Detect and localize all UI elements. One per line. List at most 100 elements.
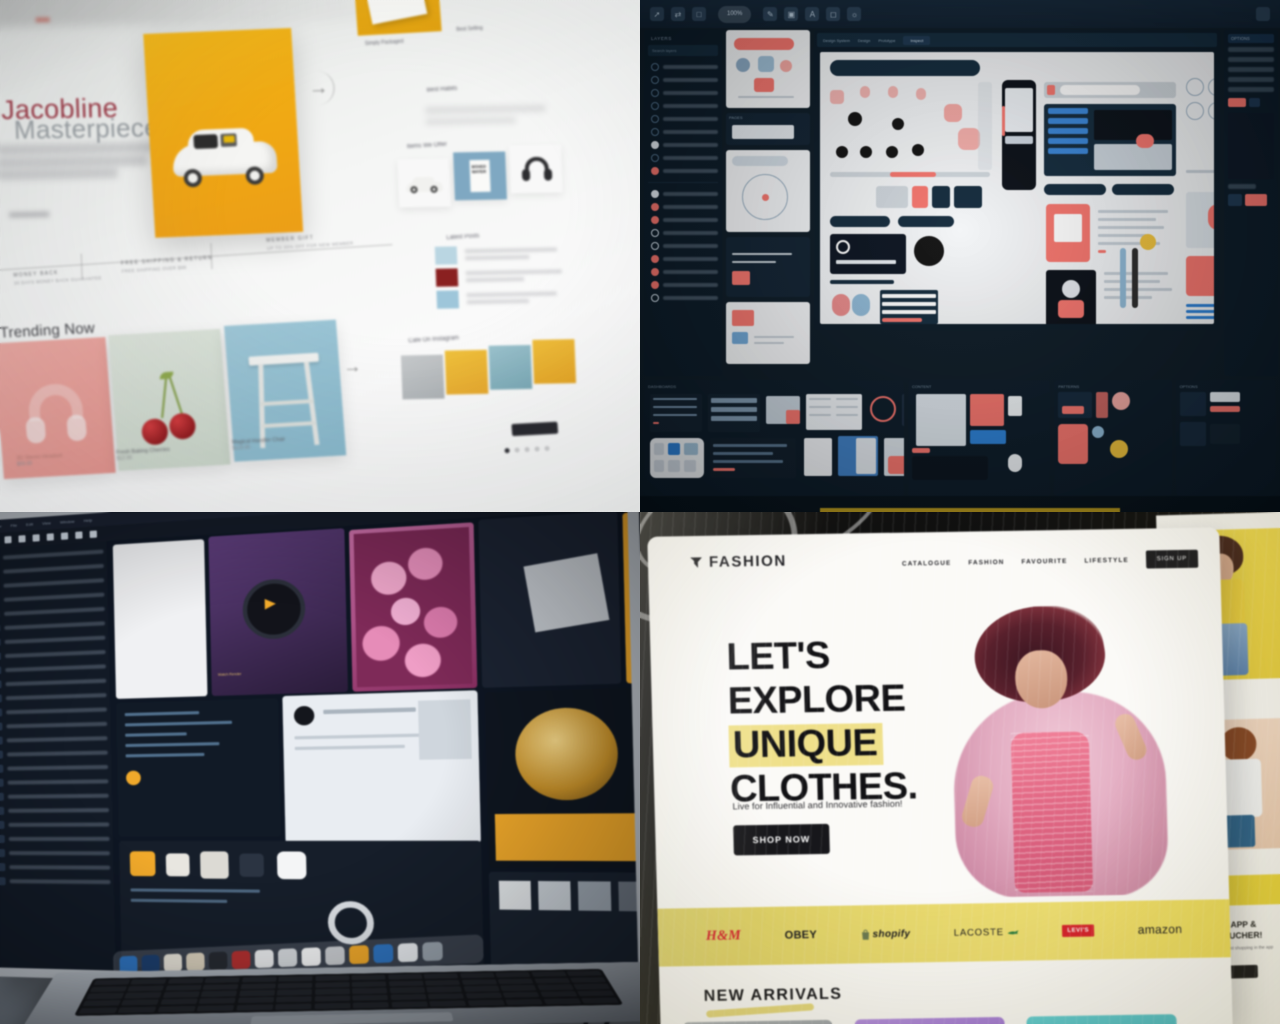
list-item[interactable] — [0, 817, 110, 832]
menu-item-view[interactable]: View — [42, 520, 51, 526]
list-item[interactable] — [648, 278, 718, 291]
hero-next-arrow-icon[interactable]: → — [308, 77, 329, 100]
frame-icon[interactable]: □ — [692, 7, 706, 21]
canvas-card-document[interactable] — [282, 690, 481, 843]
share-icon[interactable] — [1256, 7, 1270, 21]
menu-item-finder[interactable]: Finder — [0, 524, 2, 530]
tool-lasso-icon[interactable] — [32, 534, 40, 542]
canvas-card-blank[interactable] — [112, 539, 208, 699]
offer-card-headset[interactable] — [508, 144, 563, 194]
tool-pen-icon[interactable] — [46, 533, 54, 541]
list-item[interactable] — [648, 60, 718, 73]
uikit-layers-panel[interactable]: LAYERS Search layers — [644, 30, 722, 376]
dock-app-9[interactable] — [301, 946, 321, 966]
canvas-card-floral[interactable] — [348, 522, 478, 692]
list-item[interactable] — [0, 846, 110, 860]
dock-app-11[interactable] — [349, 944, 369, 964]
canvas-card-wireframe[interactable] — [478, 512, 622, 688]
ghost-cta-button[interactable] — [8, 211, 50, 219]
list-item[interactable] — [0, 832, 110, 846]
hero-product-card[interactable] — [143, 28, 303, 238]
dock-app-10[interactable] — [325, 945, 345, 965]
list-item[interactable] — [648, 239, 718, 252]
dock-app-5[interactable] — [208, 950, 228, 970]
list-item[interactable] — [0, 789, 109, 804]
zoom-level-pill[interactable]: 100% — [718, 5, 752, 23]
dock-app-14[interactable] — [422, 941, 443, 961]
list-item[interactable] — [648, 291, 718, 304]
export-button[interactable] — [1245, 194, 1267, 206]
post-thumb-1[interactable] — [434, 246, 458, 265]
page-thumb-1[interactable] — [726, 30, 810, 108]
dock-app-12[interactable] — [373, 943, 394, 963]
option-row-fill[interactable] — [1228, 77, 1274, 82]
canvas-card-code[interactable] — [116, 698, 281, 837]
image-icon[interactable]: ▣ — [784, 7, 799, 21]
option-row-constraints[interactable] — [1228, 57, 1274, 62]
menu-item-help[interactable]: Help — [84, 517, 93, 523]
list-item[interactable] — [648, 187, 718, 200]
nav-link-catalogue[interactable]: CATALOGUE — [902, 559, 952, 567]
canvas-tab-design[interactable]: Design — [858, 38, 870, 43]
list-item[interactable] — [0, 774, 109, 790]
nav-link-favourite[interactable]: FAVOURITE — [1021, 557, 1067, 565]
trending-next-arrow-icon[interactable]: → — [343, 356, 362, 377]
list-item[interactable] — [648, 112, 718, 125]
shop-now-button[interactable]: SHOP NOW — [733, 823, 830, 856]
strip-section-content[interactable]: CONTENT — [908, 380, 1051, 496]
tool-zoom-icon[interactable] — [89, 530, 97, 539]
canvas-tab-inspect[interactable]: Inspect — [903, 35, 931, 45]
option-row-stroke[interactable] — [1228, 87, 1274, 92]
strip-section-patterns[interactable]: PATTERNS — [1054, 380, 1172, 496]
new-arrival-card-1[interactable] — [682, 1019, 835, 1024]
offer-card-boxed-water[interactable]: BOXED WATER — [452, 151, 507, 201]
tool-shape-icon[interactable] — [75, 531, 83, 539]
canvas-card-orange-rail[interactable] — [622, 512, 639, 684]
list-item[interactable] — [648, 252, 718, 265]
option-row-effects[interactable] — [1228, 184, 1256, 189]
laptop-screen[interactable]: Finder File Edit View Window Help — [0, 512, 639, 985]
list-item[interactable] — [648, 86, 718, 99]
post-thumb-2[interactable] — [435, 268, 459, 287]
opacity-field[interactable] — [1249, 98, 1260, 107]
option-row-alignment[interactable] — [1228, 47, 1274, 52]
export-icon[interactable] — [1228, 194, 1242, 206]
new-arrival-card-2[interactable] — [854, 1016, 1007, 1024]
dock-app-6[interactable] — [231, 949, 251, 969]
instagram-tile-4[interactable] — [532, 339, 576, 384]
nav-link-fashion[interactable]: FASHION — [968, 558, 1004, 566]
uikit-canvas[interactable]: Design System Design Prototype Inspect — [814, 30, 1220, 330]
offer-card-car[interactable] — [397, 158, 452, 208]
shape-icon[interactable]: ◻ — [826, 7, 841, 21]
menu-item-edit[interactable]: Edit — [26, 521, 33, 527]
list-item[interactable] — [648, 226, 718, 239]
tool-eraser-icon[interactable] — [18, 535, 26, 543]
canvas-card-sphere[interactable] — [484, 687, 639, 869]
carousel-dots[interactable] — [504, 445, 550, 454]
list-item[interactable] — [648, 151, 718, 164]
page-thumb-3[interactable] — [726, 150, 810, 232]
instagram-tile-3[interactable] — [488, 345, 533, 390]
uikit-pages-column[interactable]: PAGES — [726, 30, 810, 376]
tool-brush-icon[interactable] — [4, 536, 12, 544]
dock-app-13[interactable] — [397, 942, 418, 962]
dock-app-3[interactable] — [163, 953, 183, 972]
canvas-card-watch[interactable]: Watch Render — [208, 528, 348, 697]
list-item[interactable] — [648, 200, 718, 213]
dock-app-4[interactable] — [186, 951, 205, 971]
move-icon[interactable]: ⇄ — [671, 7, 685, 21]
text-icon[interactable]: A — [805, 7, 820, 21]
fashion-logo[interactable]: FASHION — [690, 553, 787, 572]
fill-swatch[interactable] — [1228, 98, 1246, 107]
instagram-tile-2[interactable] — [444, 349, 489, 395]
list-item[interactable] — [648, 73, 718, 86]
page-thumb-2[interactable]: PAGES — [726, 113, 810, 145]
comment-icon[interactable]: ☼ — [847, 7, 862, 21]
sign-up-button[interactable]: SIGN UP — [1145, 549, 1199, 569]
laptop-keyboard[interactable] — [73, 968, 624, 1016]
menu-item-window[interactable]: Window — [60, 519, 75, 525]
new-arrival-card-3[interactable] — [1026, 1014, 1178, 1024]
menu-item-file[interactable]: File — [11, 523, 18, 528]
page-thumb-4[interactable] — [726, 237, 810, 297]
app-canvas-area[interactable]: Watch Render — [106, 512, 639, 984]
